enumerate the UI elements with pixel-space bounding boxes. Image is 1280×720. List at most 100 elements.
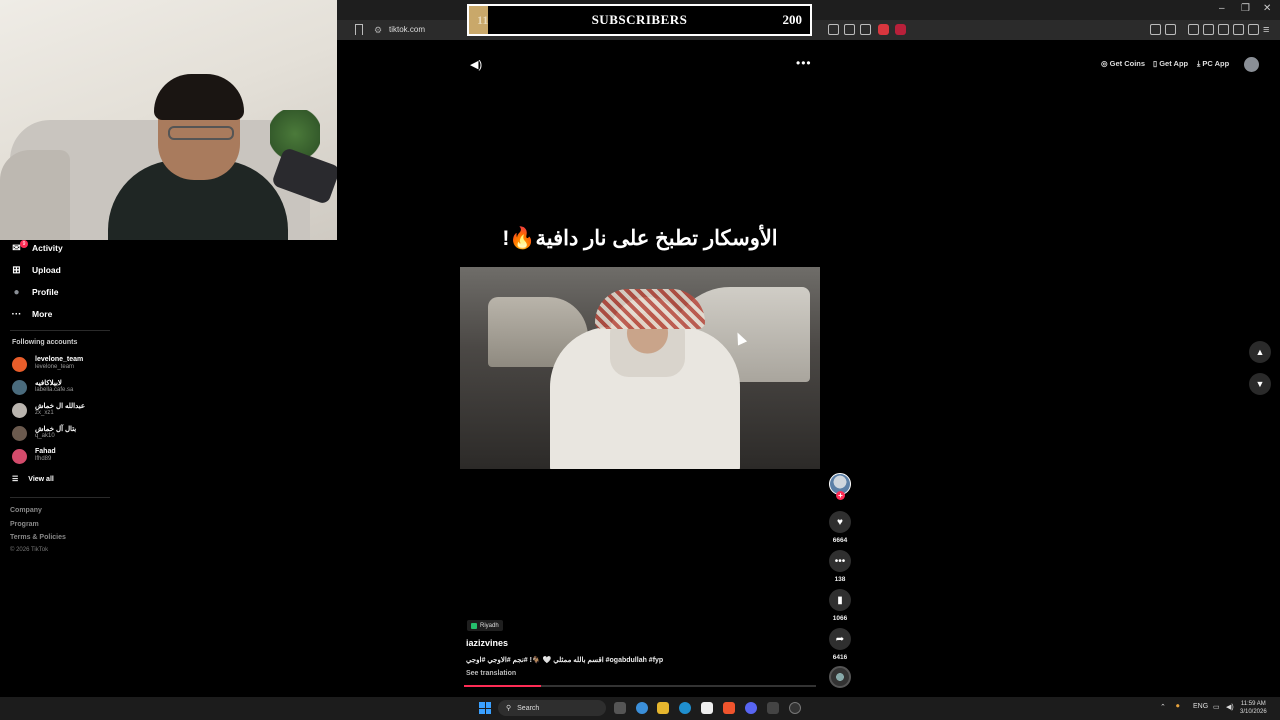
site-info-icon[interactable]: ⚙ [374,25,382,36]
footer-link-company[interactable]: Company [10,507,42,514]
sidebar-divider [10,497,110,498]
view-all-link[interactable]: ☰ View all [12,475,54,483]
more-options-icon[interactable]: ••• [796,56,812,70]
store-icon[interactable] [701,702,713,714]
see-translation-link[interactable]: See translation [466,670,516,677]
profile-icon: ● [13,286,20,298]
taskbar-search[interactable]: ⚲ Search [498,700,606,716]
save-button[interactable]: ▮ [829,589,851,611]
get-app-link[interactable]: ▯ Get App [1153,59,1188,68]
chevron-up-icon: ▲ [1255,347,1265,357]
get-coins-link[interactable]: ◎ Get Coins [1101,59,1145,68]
brave-shield-icon[interactable] [878,24,889,35]
url-text[interactable]: tiktok.com [389,25,425,34]
brave-icon[interactable] [723,702,735,714]
footer-link-terms[interactable]: Terms & Policies [10,534,66,541]
sidebar-icon[interactable] [1203,24,1214,35]
copilot-icon[interactable] [636,702,648,714]
following-account[interactable]: بتال آل خماش q_ak10 [12,424,122,444]
video-author[interactable]: iazizvines [466,638,508,648]
list-icon: ☰ [12,476,19,483]
next-video-button[interactable]: ▼ [1249,373,1271,395]
account-avatar [12,426,27,441]
pc-app-link[interactable]: ⤓ PC App [1197,59,1229,69]
minimize-icon[interactable]: – [1219,3,1225,14]
reader-icon[interactable] [828,24,839,35]
language-indicator[interactable]: ENG [1193,703,1208,710]
account-avatar [12,357,27,372]
share-icon[interactable] [860,24,871,35]
sidebar-item-label: Profile [32,287,59,297]
task-view-icon[interactable] [614,702,626,714]
video-progress-bar[interactable] [464,685,816,687]
video-person-shemagh [595,289,705,329]
volume-icon[interactable]: ◀) [1226,703,1234,711]
brave-rewards-icon[interactable] [895,24,906,35]
video-description: اقسم بالله ممثلي 🤍 🐐! #نجم #الاوجي #اوجي… [466,657,664,664]
bookmark-icon[interactable] [355,24,363,35]
following-account[interactable]: لابيلاكافيه labella.cafe.sa [12,378,122,398]
windows-start-icon[interactable] [479,702,491,714]
media-icon[interactable] [1188,24,1199,35]
footer-link-program[interactable]: Program [10,521,39,528]
copyright-text: © 2026 TikTok [10,547,49,553]
comment-button[interactable]: ••• [829,550,851,572]
terminal-icon[interactable] [767,702,779,714]
discord-icon[interactable] [745,702,757,714]
extensions-icon[interactable] [1150,24,1161,35]
sidebar-item-activity[interactable]: ✉ Activity [10,240,63,256]
subscriber-goal-label: SUBSCRIBERS [591,12,688,27]
sidebar-item-label: Activity [32,243,63,253]
pc-app-label: PC App [1202,59,1230,68]
sidebar-item-upload[interactable]: ⊞ Upload [10,262,61,278]
account-handle: labella.cafe.sa [35,387,74,393]
user-avatar[interactable] [1244,57,1259,72]
obs-icon[interactable] [789,702,801,714]
subscriber-goal-target: 200 [782,12,803,27]
video-caption-overlay: الأوسكار تطبخ على نار دافية🔥! [502,227,778,250]
edge-icon[interactable] [679,702,691,714]
location-icon [471,622,477,629]
like-button[interactable]: ♥ [829,511,851,533]
close-icon[interactable]: ✕ [1263,3,1271,14]
account-name: levelone_team [35,356,84,363]
account-name: لابيلاكافيه [35,380,62,387]
restore-icon[interactable]: ❐ [1241,3,1250,14]
comment-count: 138 [834,576,846,583]
share-button[interactable]: ➦ [829,628,851,650]
heart-icon: ♥ [837,516,843,528]
upload-icon: ⊞ [12,264,21,276]
vpn-icon[interactable] [1248,24,1259,35]
leo-icon[interactable] [1233,24,1244,35]
sidebar-item-more[interactable]: ··· More [10,306,53,322]
wallet-icon[interactable] [1218,24,1229,35]
account-avatar [12,380,27,395]
microphone-icon[interactable]: ⏺ [1176,703,1180,711]
sidebar-item-profile[interactable]: ● Profile [10,284,58,300]
menu-icon[interactable]: ≡ [1263,24,1269,36]
network-icon[interactable]: ▭ [1213,703,1220,711]
screenshot-icon[interactable] [844,24,855,35]
clock-date: 3/10/2026 [1240,709,1267,715]
webcam-person-glasses [168,126,234,140]
webcam-sofa-arm [0,150,70,240]
location-tag[interactable]: Riyadh [467,620,503,631]
activity-badge: 9 [20,240,28,248]
previous-video-button[interactable]: ▲ [1249,341,1271,363]
save-count: 1066 [832,615,848,622]
following-account[interactable]: levelone_team levelone_team [12,355,122,375]
sound-icon[interactable]: ◀) [470,58,482,71]
tray-overflow-icon[interactable]: ⌃ [1160,703,1166,711]
video-player[interactable] [460,267,820,469]
following-account[interactable]: Fahad lfhd89 [12,447,122,467]
file-explorer-icon[interactable] [657,702,669,714]
account-handle: zx_xz1 [35,410,54,416]
system-clock[interactable]: 11:59 AM 3/10/2026 [1240,700,1267,716]
chevron-down-icon: ▼ [1255,379,1265,389]
music-disc-icon[interactable] [829,666,851,688]
subscriber-goal-widget: 11 SUBSCRIBERS 200 [467,4,812,36]
follow-plus-icon[interactable]: + [836,491,845,500]
taskbar-search-label: Search [517,704,540,712]
tab-search-icon[interactable] [1165,24,1176,35]
following-account[interactable]: عبدالله ال خماش zx_xz1 [12,401,122,421]
